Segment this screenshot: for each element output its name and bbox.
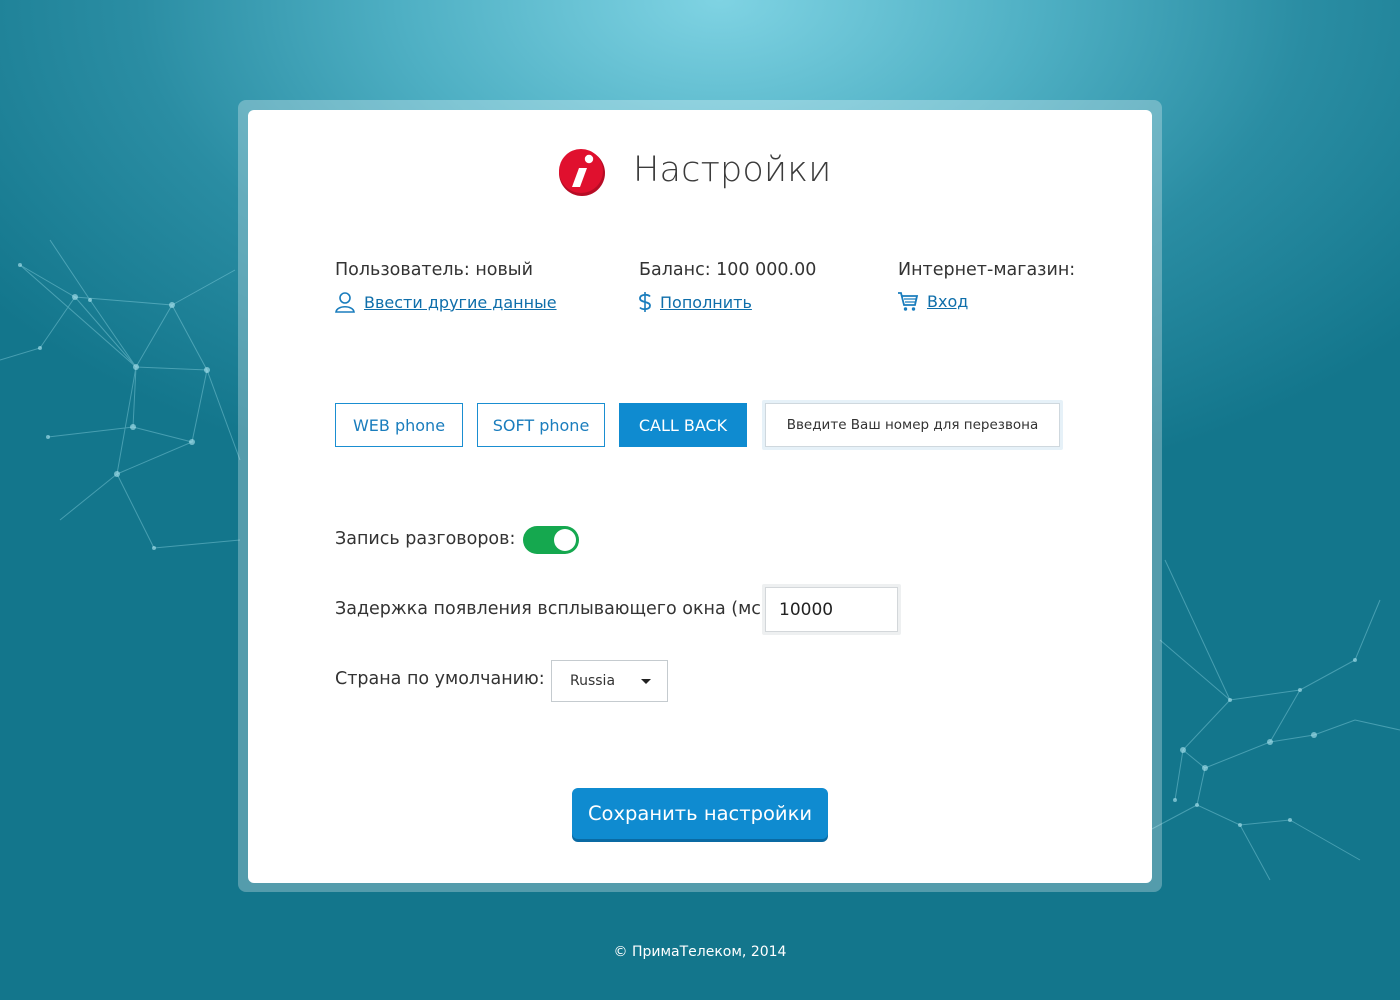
callback-phone-input[interactable]: Введите Ваш номер для перезвона — [765, 403, 1060, 447]
top-up-link-text: Пополнить — [660, 292, 752, 312]
popup-delay-field-wrap: 10000 — [762, 584, 901, 635]
user-icon — [335, 292, 355, 313]
info-logo-icon — [559, 149, 605, 196]
default-country-label: Страна по умолчанию: — [335, 669, 545, 689]
copyright-footer: © ПримаТелеком, 2014 — [613, 944, 787, 960]
dollar-icon — [639, 292, 651, 312]
shop-label: Интернет-магазин: — [898, 260, 1076, 280]
cart-icon — [898, 292, 919, 311]
save-settings-button[interactable]: Сохранить настройки — [572, 788, 828, 839]
popup-delay-label: Задержка появления всплывающего окна (мс… — [335, 599, 774, 619]
caret-down-icon — [641, 679, 651, 684]
balance-label: Баланс: 100 000.00 — [639, 260, 817, 280]
change-user-link-text: Ввести другие данные — [364, 292, 557, 312]
default-country-select[interactable]: Russia — [551, 660, 668, 702]
callback-phone-field-wrap: Введите Ваш номер для перезвона — [762, 400, 1063, 450]
default-country-value: Russia — [570, 673, 616, 689]
toggle-knob — [554, 529, 576, 551]
top-up-link[interactable]: Пополнить — [638, 291, 752, 313]
settings-card — [248, 110, 1152, 883]
popup-delay-input[interactable]: 10000 — [765, 587, 898, 632]
call-back-button[interactable]: CALL BACK — [619, 403, 747, 447]
user-label: Пользователь: новый — [335, 260, 533, 280]
page-title: Настройки — [633, 150, 832, 190]
change-user-link[interactable]: Ввести другие данные — [334, 291, 557, 313]
recording-toggle[interactable] — [523, 526, 579, 554]
web-phone-button[interactable]: WEB phone — [335, 403, 463, 447]
soft-phone-button[interactable]: SOFT phone — [477, 403, 605, 447]
shop-login-link-text: Вход — [927, 291, 969, 311]
shop-login-link[interactable]: Вход — [897, 290, 968, 312]
recording-label: Запись разговоров: — [335, 529, 516, 549]
